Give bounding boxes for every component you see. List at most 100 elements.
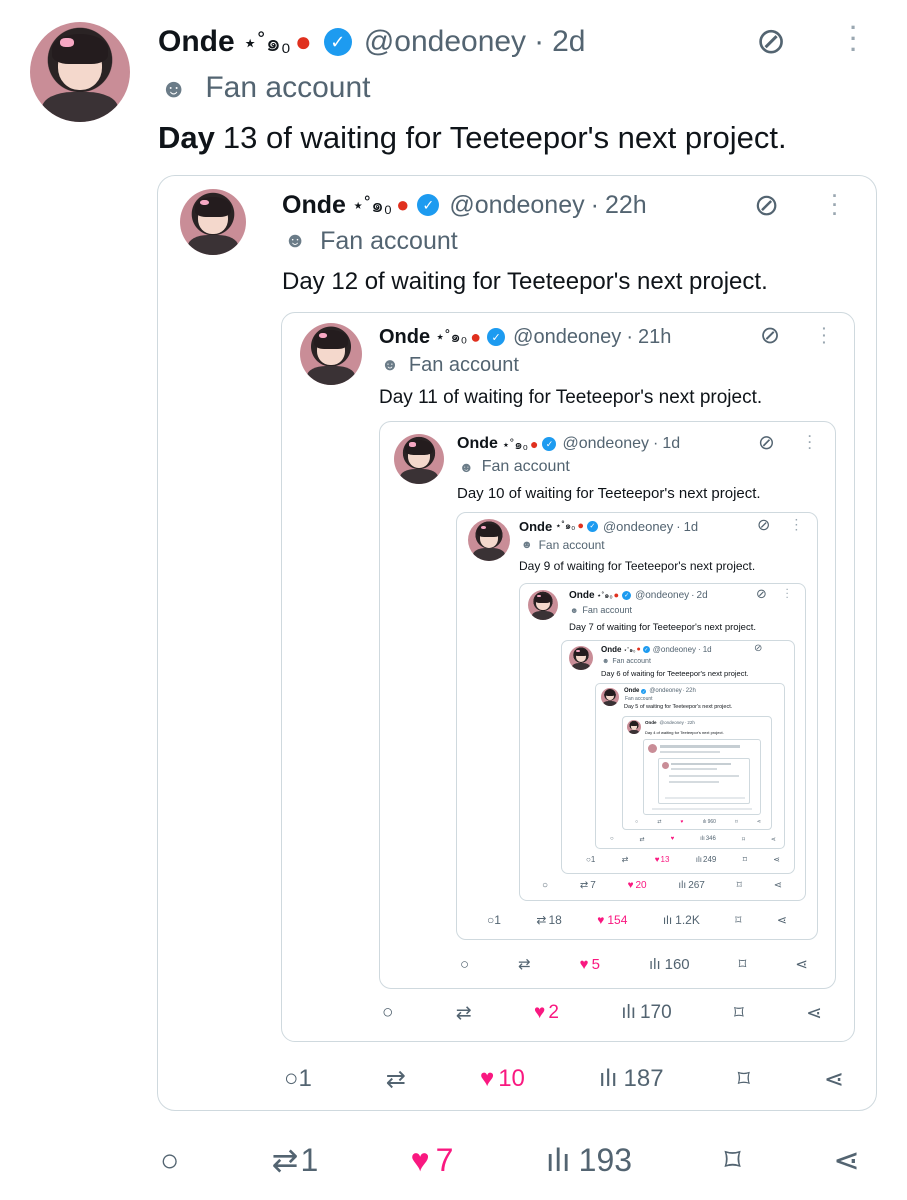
grok-icon[interactable]: ⊘ xyxy=(756,20,786,62)
bookmark-icon[interactable]: ⌑ xyxy=(739,955,747,973)
reply-icon[interactable]: ○ xyxy=(460,956,469,973)
avatar[interactable] xyxy=(180,189,246,255)
share-icon[interactable]: ⋖ xyxy=(795,955,808,973)
views-button[interactable]: ılı 160 xyxy=(649,956,690,973)
retweet-icon[interactable]: ⇄ xyxy=(622,855,629,864)
avatar[interactable] xyxy=(528,590,558,620)
reply-icon[interactable]: ○ xyxy=(610,836,614,842)
bookmark-icon[interactable]: ⌑ xyxy=(738,1065,750,1094)
more-options-icon[interactable]: · · · xyxy=(850,17,857,61)
bookmark-icon[interactable]: ⌑ xyxy=(735,913,741,927)
timestamp: 22h xyxy=(685,688,696,694)
avatar[interactable] xyxy=(601,688,619,706)
views-button[interactable]: ılı 267 xyxy=(678,880,704,891)
views-button[interactable]: ılı 187 xyxy=(599,1065,664,1093)
retweet-icon[interactable]: ⇄ xyxy=(640,836,645,843)
reply-icon[interactable]: ○ xyxy=(160,1142,179,1179)
share-icon[interactable]: ⋖ xyxy=(806,1002,822,1025)
theater-mask-icon: ☻ xyxy=(570,605,579,615)
retweet-icon[interactable]: ⇄ xyxy=(518,955,531,973)
quoted-tweet[interactable]: Onde ⋆˚๑₀ ● ✓ @ondeoney · 1d ⊘ · · · ☻ Fan… xyxy=(379,421,836,989)
share-icon[interactable]: ⋖ xyxy=(774,880,782,891)
like-button[interactable]: ♥ 13 xyxy=(655,855,670,864)
retweet-button[interactable]: ⇄ 18 xyxy=(536,913,561,927)
quoted-tweet[interactable]: Onde ⋆˚๑₀ ● ✓ @ondeoney · 1d ⊘ ☻ Fan acc… xyxy=(561,640,795,874)
like-button[interactable]: ♥ 20 xyxy=(628,880,647,891)
avatar[interactable] xyxy=(627,720,641,734)
grok-icon[interactable]: ⊘ xyxy=(756,586,767,602)
views-button[interactable]: ılı 249 xyxy=(696,855,717,864)
quoted-tweet[interactable]: Onde ✓ @ondeoney · 22h Fan account Day 5… xyxy=(595,683,785,849)
grok-icon[interactable]: ⊘ xyxy=(758,430,775,455)
display-name[interactable]: Onde xyxy=(158,25,235,59)
like-count: 20 xyxy=(635,879,647,891)
like-button[interactable]: ♥ 7 xyxy=(411,1142,454,1179)
grok-icon[interactable]: ⊘ xyxy=(760,321,780,350)
share-icon[interactable]: ⋖ xyxy=(771,836,776,843)
like-button[interactable]: ♥ 10 xyxy=(480,1065,525,1093)
apple-icon: ● xyxy=(636,646,641,653)
bookmark-icon[interactable]: ⌑ xyxy=(742,836,745,843)
display-name[interactable]: Onde xyxy=(282,191,346,220)
reply-button[interactable]: ○ 1 xyxy=(284,1065,312,1093)
more-options-icon[interactable]: · · · xyxy=(822,321,827,349)
avatar[interactable] xyxy=(468,519,510,561)
like-icon[interactable]: ♥ xyxy=(681,819,684,825)
retweet-button[interactable]: ⇄ 7 xyxy=(580,880,596,891)
grok-icon[interactable]: ⊘ xyxy=(757,515,770,535)
retweet-button[interactable]: ⇄ 1 xyxy=(272,1141,319,1179)
reply-icon[interactable]: ○ xyxy=(542,880,548,891)
avatar[interactable] xyxy=(30,22,130,122)
views-button[interactable]: ılı 193 xyxy=(546,1142,632,1179)
avatar[interactable] xyxy=(394,434,444,484)
views-button[interactable]: ılı 170 xyxy=(621,1002,671,1024)
main-tweet[interactable]: Onde ⋆˚๑₀ ● ✓ @ondeoney · 2d ⊘ · · · ☻ Fan… xyxy=(0,0,907,1200)
share-icon[interactable]: ⋖ xyxy=(777,913,787,927)
share-icon[interactable]: ⋖ xyxy=(757,819,761,825)
tweet-header: Onde ⋆˚๑₀ ● ✓ @ondeoney · 1d xyxy=(519,517,698,535)
like-icon[interactable]: ♥ xyxy=(671,836,675,842)
views-button[interactable]: ılı 960 xyxy=(703,819,716,825)
bookmark-icon[interactable]: ⌑ xyxy=(734,1002,744,1025)
avatar[interactable] xyxy=(569,646,593,670)
share-icon[interactable]: ⋖ xyxy=(773,855,780,864)
retweet-icon[interactable]: ⇄ xyxy=(657,819,661,825)
more-options-icon[interactable]: · · · xyxy=(808,430,812,454)
reply-icon: ○ xyxy=(487,913,495,927)
views-button[interactable]: ılı 346 xyxy=(700,836,716,842)
quoted-tweet[interactable]: Onde ⋆˚๑₀ ● ✓ @ondeoney · 21h ⊘ · · · ☻ Fa… xyxy=(281,312,855,1042)
bookmark-icon[interactable]: ⌑ xyxy=(737,880,742,891)
like-button[interactable]: ♥ 5 xyxy=(580,956,600,973)
verified-badge-icon[interactable]: ✓ xyxy=(323,28,352,56)
more-options-icon[interactable]: · · · xyxy=(832,187,838,223)
reply-count: 1 xyxy=(298,1065,312,1092)
timestamp[interactable]: 2d xyxy=(552,25,585,59)
share-icon[interactable]: ⋖ xyxy=(833,1141,860,1179)
handle[interactable]: @ondeoney xyxy=(364,25,526,59)
grok-icon[interactable]: ⊘ xyxy=(754,188,779,223)
reply-icon[interactable]: ○ xyxy=(635,819,638,825)
action-bar xyxy=(652,808,752,810)
reply-button[interactable]: ○ 1 xyxy=(586,855,595,864)
grok-icon[interactable]: ⊘ xyxy=(754,643,762,654)
quoted-tweet-deeper[interactable] xyxy=(643,739,761,815)
bookmark-icon[interactable]: ⌑ xyxy=(735,819,738,825)
share-icon[interactable]: ⋖ xyxy=(824,1065,844,1094)
reply-icon[interactable]: ○ xyxy=(382,1002,393,1024)
reply-button[interactable]: ○ 1 xyxy=(487,913,501,927)
quoted-tweet[interactable]: Onde @ondeoney · 22h Day 4 of waiting fo… xyxy=(622,716,772,830)
more-options-icon[interactable]: · · · xyxy=(795,516,798,536)
quoted-tweet[interactable]: Onde ⋆˚๑₀ ● ✓ @ondeoney · 1d ⊘ · · · ☻ Fan… xyxy=(456,512,818,940)
bookmark-icon[interactable]: ⌑ xyxy=(743,855,747,864)
quoted-tweet[interactable]: Onde ⋆˚๑₀ ● ✓ @ondeoney · 22h ⊘ · · · ☻ Fa… xyxy=(157,175,877,1111)
bookmark-icon[interactable]: ⌑ xyxy=(724,1141,740,1179)
like-button[interactable]: ♥ 154 xyxy=(597,913,627,927)
like-button[interactable]: ♥ 2 xyxy=(534,1002,559,1024)
retweet-icon[interactable]: ⇄ xyxy=(386,1065,406,1094)
avatar[interactable] xyxy=(300,323,362,385)
more-options-icon[interactable]: · · · xyxy=(786,586,789,602)
quoted-tweet-deeper[interactable] xyxy=(658,758,750,804)
retweet-icon[interactable]: ⇄ xyxy=(456,1002,472,1025)
quoted-tweet[interactable]: Onde ⋆˚๑₀ ● ✓ @ondeoney · 2d ⊘ ··· ☻ F xyxy=(519,583,806,901)
views-button[interactable]: ılı 1.2K xyxy=(663,913,700,927)
